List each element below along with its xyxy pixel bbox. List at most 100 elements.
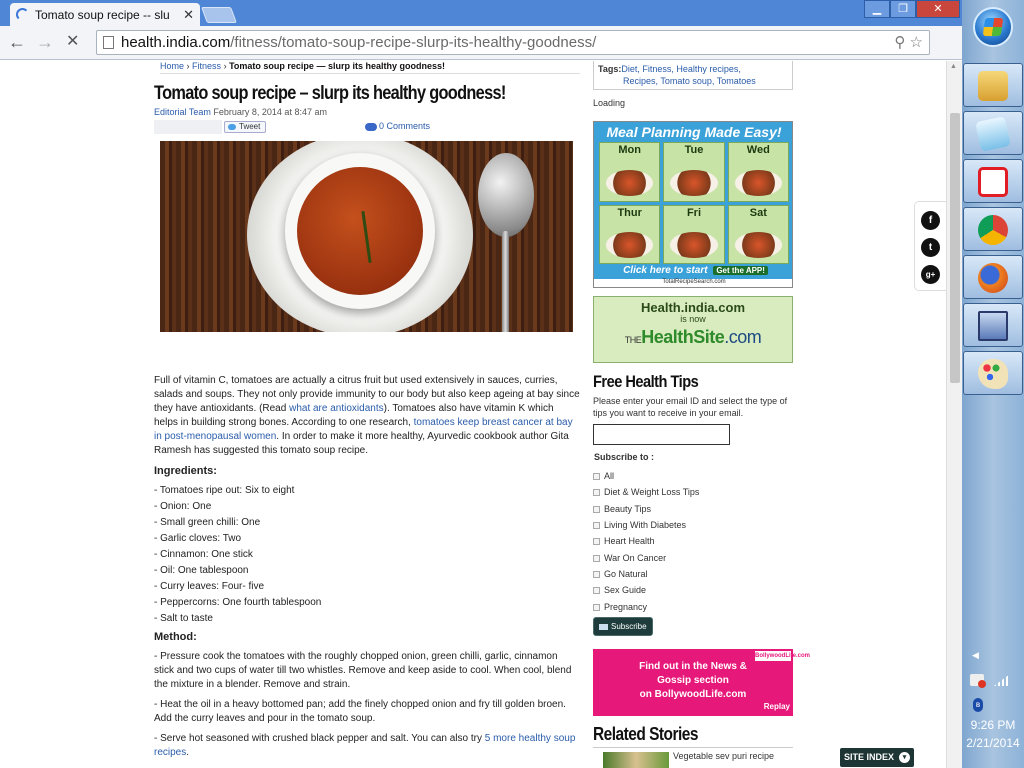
url-host: health.india.com bbox=[121, 34, 231, 51]
clock-time[interactable]: 9:26 PM bbox=[962, 718, 1024, 732]
checkbox-go-natural[interactable]: Go Natural bbox=[593, 568, 648, 580]
related-story-link[interactable]: Vegetable sev puri recipe bbox=[673, 751, 793, 761]
free-health-tips-title: Free Health Tips bbox=[593, 372, 699, 391]
ad-line: Gossip section bbox=[657, 675, 729, 686]
method-step: - Serve hot seasoned with crushed black … bbox=[154, 733, 576, 758]
windows-logo-icon bbox=[982, 18, 1004, 36]
tab-title: Tomato soup recipe -- slu bbox=[35, 7, 170, 22]
checkbox-beauty[interactable]: Beauty Tips bbox=[593, 503, 651, 515]
twitter-icon[interactable]: t bbox=[921, 238, 940, 257]
maximize-button[interactable]: ❐ bbox=[890, 0, 916, 18]
ad-source: TotalRecipeSearch.com bbox=[594, 279, 792, 287]
search-bookmark-star-icon[interactable]: ⚲ ☆ bbox=[894, 31, 923, 54]
social-share-bar: f t g+ bbox=[914, 201, 946, 291]
related-stories-title: Related Stories bbox=[593, 724, 698, 744]
folder-icon bbox=[978, 71, 1008, 101]
tab-active[interactable]: Tomato soup recipe -- slu ✕ bbox=[10, 3, 200, 26]
tags-label: Tags: bbox=[598, 64, 622, 74]
screen: Tomato soup recipe -- slu ✕ ▁ ❐ ✕ ← → ✕ … bbox=[0, 0, 1024, 768]
ad-line: Find out in the News & bbox=[639, 661, 747, 672]
article-body: Full of vitamin C, tomatoes are actually… bbox=[154, 374, 580, 766]
breadcrumb: Home › Fitness › Tomato soup recipe — sl… bbox=[160, 61, 580, 74]
scroll-up-icon[interactable]: ▲ bbox=[950, 63, 957, 70]
clock-date[interactable]: 2/21/2014 bbox=[962, 736, 1024, 750]
forward-arrow-icon[interactable]: → bbox=[36, 32, 54, 52]
site-index-button[interactable]: SITE INDEX ▾ bbox=[840, 748, 914, 767]
related-story-thumbnail[interactable] bbox=[603, 752, 669, 768]
stop-loading-icon[interactable]: ✕ bbox=[66, 32, 79, 52]
vertical-scrollbar[interactable]: ▲ bbox=[946, 61, 962, 768]
taskbar-remote-desktop[interactable] bbox=[963, 303, 1023, 347]
taskbar-file-explorer[interactable] bbox=[963, 63, 1023, 107]
checkbox-pregnancy[interactable]: Pregnancy bbox=[593, 601, 647, 613]
method-heading: Method: bbox=[154, 631, 197, 643]
close-window-button[interactable]: ✕ bbox=[916, 0, 960, 18]
ad-line: Health.india.com bbox=[640, 300, 746, 315]
meal-day: Sat bbox=[727, 204, 789, 264]
ingredient-item: - Oil: One tablespoon bbox=[154, 565, 249, 576]
tags-links[interactable]: Diet, Fitness, Healthy recipes, bbox=[621, 64, 741, 74]
tab-close-icon[interactable]: ✕ bbox=[183, 7, 194, 23]
meal-day: Fri bbox=[663, 204, 725, 264]
tomato-soup-image bbox=[160, 141, 573, 332]
taskbar-paint[interactable] bbox=[963, 351, 1023, 395]
breadcrumb-home[interactable]: Home bbox=[160, 61, 184, 71]
scrollbar-thumb[interactable] bbox=[950, 113, 960, 383]
checkbox-diabetes[interactable]: Living With Diabetes bbox=[593, 519, 686, 531]
minimize-button[interactable]: ▁ bbox=[864, 0, 890, 18]
ingredient-item: - Salt to taste bbox=[154, 613, 213, 624]
comments-count: 0 Comments bbox=[378, 121, 430, 131]
monitor-icon bbox=[978, 311, 1008, 341]
breadcrumb-fitness[interactable]: Fitness bbox=[192, 61, 221, 71]
ingredient-item: - Cinnamon: One stick bbox=[154, 549, 253, 560]
taskbar-firefox[interactable] bbox=[963, 255, 1023, 299]
firefox-icon bbox=[978, 263, 1008, 293]
ingredient-item: - Peppercorns: One fourth tablespoon bbox=[154, 597, 322, 608]
checkbox-heart-health[interactable]: Heart Health bbox=[593, 535, 655, 547]
page-title: Tomato soup recipe – slurp its healthy g… bbox=[154, 83, 506, 104]
antioxidants-link[interactable]: what are antioxidants bbox=[289, 403, 384, 414]
browser-window: Tomato soup recipe -- slu ✕ ▁ ❐ ✕ ← → ✕ … bbox=[0, 0, 962, 768]
start-button[interactable] bbox=[973, 7, 1013, 47]
taskbar-chrome[interactable] bbox=[963, 207, 1023, 251]
meal-day: Wed bbox=[727, 142, 789, 202]
tips-description: Please enter your email ID and select th… bbox=[593, 396, 788, 418]
ad-cta[interactable]: Click here to start Get the APP! bbox=[594, 265, 792, 279]
facebook-icon[interactable]: f bbox=[921, 211, 940, 230]
email-field[interactable] bbox=[593, 424, 730, 445]
taskbar-airtel-app[interactable] bbox=[963, 159, 1023, 203]
address-bar[interactable]: health.india.com/fitness/tomato-soup-rec… bbox=[96, 30, 930, 55]
bollywoodlife-ad[interactable]: BollywoodLife.com Find out in the News &… bbox=[593, 649, 811, 716]
tags-box: Tags:Diet, Fitness, Healthy recipes, Rec… bbox=[593, 61, 793, 90]
comments-link[interactable]: 0 Comments bbox=[154, 121, 430, 131]
ingredient-item: - Curry leaves: Four- five bbox=[154, 581, 265, 592]
replay-button[interactable]: Replay bbox=[764, 700, 790, 714]
author-link[interactable]: Editorial Team bbox=[154, 107, 211, 117]
paint-palette-icon bbox=[978, 359, 1008, 389]
tags-links[interactable]: Recipes, Tomato soup, Tomatoes bbox=[623, 76, 756, 86]
volume-muted-icon[interactable] bbox=[970, 674, 986, 688]
browser-toolbar: ← → ✕ health.india.com/fitness/tomato-so… bbox=[0, 26, 962, 73]
airtel-icon bbox=[978, 167, 1008, 197]
healthsite-ad[interactable]: Health.india.com is now THEHealthSite.co… bbox=[593, 296, 793, 363]
new-tab-button[interactable] bbox=[201, 7, 237, 23]
google-plus-icon[interactable]: g+ bbox=[921, 265, 940, 284]
back-arrow-icon[interactable]: ← bbox=[8, 32, 26, 52]
meal-planning-ad[interactable]: Meal Planning Made Easy! Mon Tue Wed Thu… bbox=[593, 121, 793, 288]
taskbar-notepad[interactable] bbox=[963, 111, 1023, 155]
ad-headline: Meal Planning Made Easy! bbox=[606, 124, 782, 140]
checkbox-war-on-cancer[interactable]: War On Cancer bbox=[593, 552, 666, 564]
method-step: - Heat the oil in a heavy bottomed pan; … bbox=[154, 699, 566, 724]
checkbox-diet-weight-loss[interactable]: Diet & Weight Loss Tips bbox=[593, 486, 699, 498]
show-hidden-icons-icon[interactable]: ◀ bbox=[972, 650, 979, 661]
subscribe-button[interactable]: Subscribe bbox=[593, 617, 653, 636]
bollywoodlife-logo: BollywoodLife.com bbox=[755, 651, 811, 661]
checkbox-sex-guide[interactable]: Sex Guide bbox=[593, 584, 646, 596]
ad-line: is now bbox=[680, 314, 706, 324]
healthsite-logo: THEHealthSite.com bbox=[624, 327, 762, 347]
loading-text: Loading bbox=[593, 98, 626, 108]
checkbox-all[interactable]: All bbox=[593, 470, 614, 482]
ingredient-item: - Small green chilli: One bbox=[154, 517, 261, 528]
bluetooth-icon[interactable]: ʙ bbox=[973, 698, 983, 712]
meal-day: Tue bbox=[663, 142, 725, 202]
